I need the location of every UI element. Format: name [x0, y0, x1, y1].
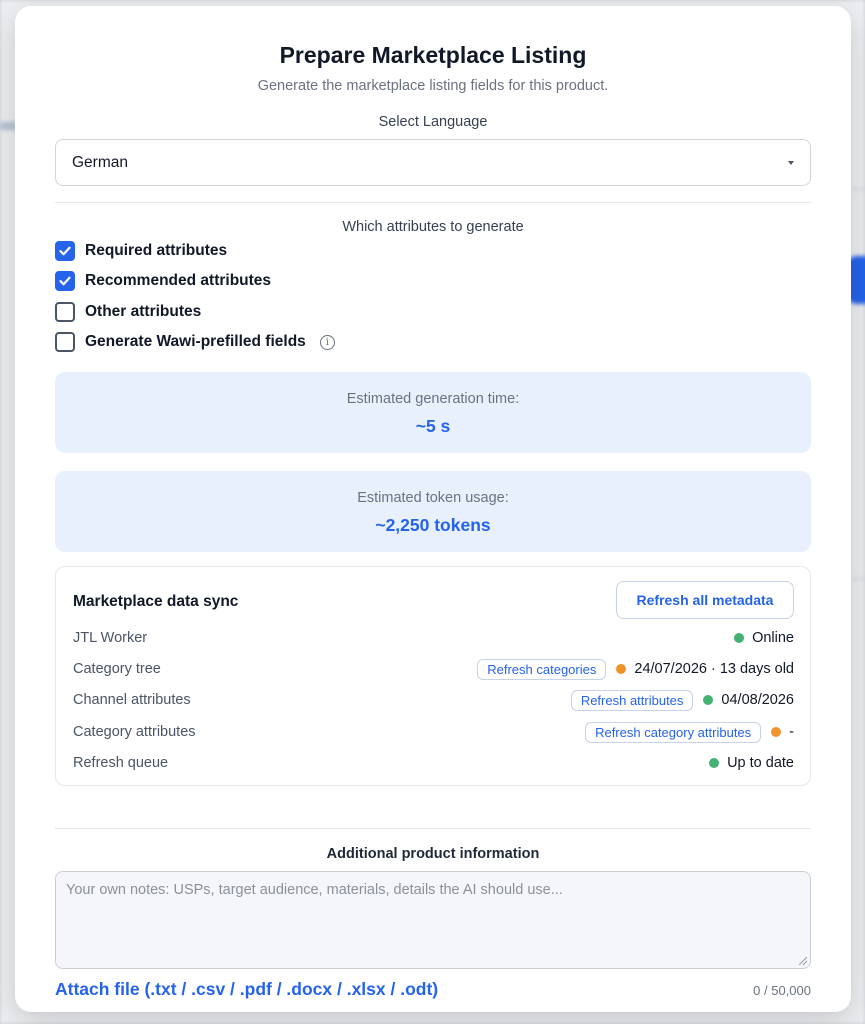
sync-row-status: 24/07/2026 · 13 days old: [634, 661, 794, 677]
additional-info-label: Additional product information: [326, 846, 540, 862]
status-dot-orange: [771, 727, 782, 737]
info-icon[interactable]: i: [319, 334, 335, 350]
refresh-attributes-button[interactable]: Refresh attributes: [570, 689, 694, 711]
sync-row-name: Category tree: [73, 661, 161, 677]
wawi-prefilled-option[interactable]: Generate Wawi-prefilled fields i: [55, 332, 335, 352]
required-attributes-option[interactable]: Required attributes: [55, 241, 227, 261]
sync-row-name: Refresh queue: [73, 755, 169, 771]
language-select[interactable]: German: [55, 139, 811, 186]
other-attributes-checkbox[interactable]: [55, 302, 75, 322]
marketplace-sync-card: Marketplace data sync Refresh all metada…: [55, 566, 811, 786]
language-label: Select Language: [378, 114, 488, 130]
wawi-prefilled-checkbox[interactable]: [55, 332, 75, 352]
attributes-label: Which attributes to generate: [342, 219, 524, 235]
divider: [55, 202, 811, 203]
refresh-category-attributes-button[interactable]: Refresh category attributes: [585, 721, 762, 743]
refresh-categories-button[interactable]: Refresh categories: [477, 658, 607, 680]
background-line: [851, 188, 865, 190]
textarea-placeholder: Your own notes: USPs, target audience, m…: [66, 882, 563, 898]
required-attributes-label: Required attributes: [85, 242, 228, 259]
generation-time-label: Estimated generation time:: [346, 391, 520, 407]
token-usage-value: ~2,250 tokens: [375, 515, 491, 535]
status-dot-orange: [616, 664, 627, 674]
sync-row-name: Category attributes: [73, 724, 196, 740]
sync-row-status: Up to date: [727, 755, 794, 771]
sync-row-name: Channel attributes: [73, 692, 191, 708]
refresh-all-metadata-button[interactable]: Refresh all metadata: [616, 581, 794, 619]
sync-row-category-attributes: Category attributes Refresh category att…: [73, 720, 794, 744]
checkmark-icon: [59, 276, 71, 286]
status-dot-green: [709, 758, 720, 768]
background-line: [851, 578, 865, 580]
sync-title: Marketplace data sync: [73, 593, 239, 610]
status-dot-green: [734, 633, 745, 643]
divider: [55, 828, 811, 829]
sync-row-status: Online: [752, 630, 794, 646]
generation-time-value: ~5 s: [415, 416, 451, 436]
chevron-down-icon: [788, 160, 794, 165]
other-attributes-label: Other attributes: [85, 303, 202, 320]
prepare-listing-dialog: Prepare Marketplace Listing Generate the…: [15, 6, 851, 1012]
dialog-title: Prepare Marketplace Listing: [279, 42, 587, 68]
required-attributes-checkbox[interactable]: [55, 241, 75, 261]
recommended-attributes-option[interactable]: Recommended attributes: [55, 271, 271, 291]
token-usage-panel: Estimated token usage: ~2,250 tokens: [55, 471, 811, 552]
sync-row-name: JTL Worker: [73, 630, 148, 646]
dialog-subtitle: Generate the marketplace listing fields …: [257, 78, 609, 94]
recommended-attributes-label: Recommended attributes: [85, 272, 272, 289]
recommended-attributes-checkbox[interactable]: [55, 271, 75, 291]
sync-row-channel-attributes: Channel attributes Refresh attributes 04…: [73, 688, 794, 712]
character-count: 0 / 50,000: [753, 983, 811, 998]
sync-row-refresh-queue: Refresh queue Up to date: [73, 751, 794, 775]
sync-row-category-tree: Category tree Refresh categories 24/07/2…: [73, 657, 794, 681]
checkmark-icon: [59, 246, 71, 256]
status-dot-green: [703, 695, 714, 705]
language-select-value: German: [72, 153, 128, 171]
generation-time-panel: Estimated generation time: ~5 s: [55, 372, 811, 453]
sync-row-jtl-worker: JTL Worker Online: [73, 626, 794, 650]
other-attributes-option[interactable]: Other attributes: [55, 302, 201, 322]
additional-info-textarea[interactable]: Your own notes: USPs, target audience, m…: [55, 871, 811, 969]
token-usage-label: Estimated token usage:: [357, 490, 509, 506]
sync-row-status: -: [789, 724, 794, 740]
wawi-prefilled-label: Generate Wawi-prefilled fields: [85, 333, 306, 350]
resize-handle-icon[interactable]: [799, 957, 807, 965]
sync-row-status: 04/08/2026: [721, 692, 794, 708]
